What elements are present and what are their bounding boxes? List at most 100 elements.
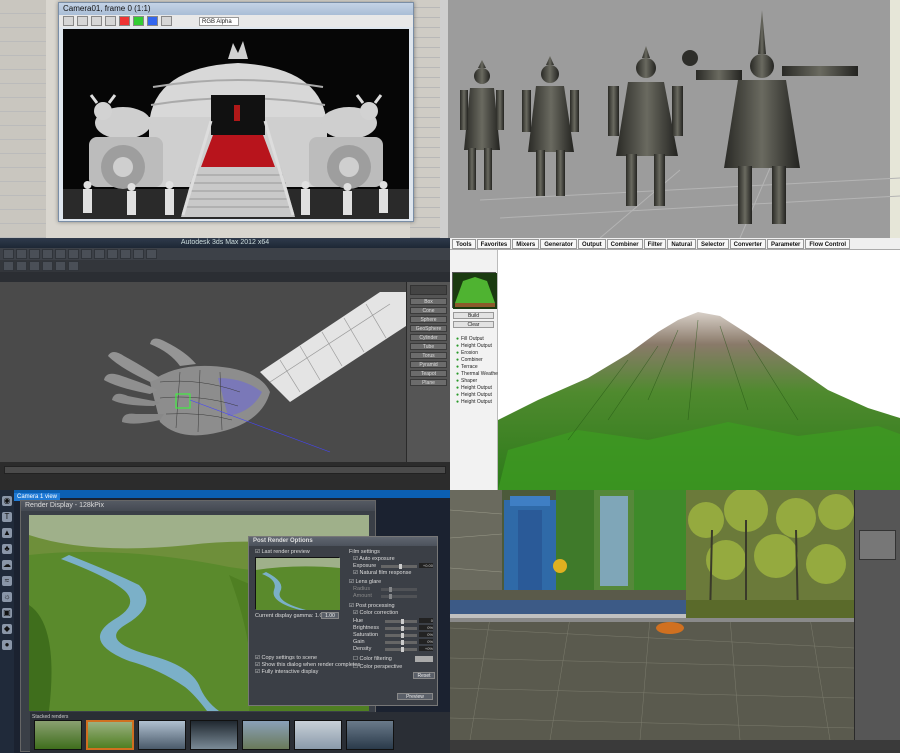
show-dialog-checkbox[interactable]: ☑ Show this dialog when render completes: [255, 662, 360, 668]
render-thumbnail[interactable]: [86, 720, 134, 750]
front-viewport[interactable]: [450, 490, 686, 618]
node-item[interactable]: Thermal Weathering: [450, 371, 506, 378]
gain-slider[interactable]: [385, 640, 417, 645]
node-item[interactable]: Height Output: [450, 392, 497, 399]
render-frame-window[interactable]: Camera01, frame 0 (1:1) RGB Alpha: [58, 2, 414, 222]
build-button[interactable]: Build: [453, 312, 494, 319]
node-item[interactable]: Shaper: [450, 378, 497, 385]
render-button[interactable]: [146, 249, 157, 259]
cmd-torus-button[interactable]: Torus: [410, 352, 447, 359]
exposure-value[interactable]: +0.00: [419, 563, 433, 568]
gain-value[interactable]: 0%: [419, 639, 433, 644]
align-button[interactable]: [107, 249, 118, 259]
cmd-cylinder-button[interactable]: Cylinder: [410, 334, 447, 341]
fully-interactive-checkbox[interactable]: ☑ Fully interactive display: [255, 669, 318, 675]
side-viewport[interactable]: [686, 490, 854, 619]
rotate-button[interactable]: [55, 249, 66, 259]
tool-d-button[interactable]: [42, 261, 53, 271]
tab-natural[interactable]: Natural: [667, 238, 696, 249]
render-setup-button[interactable]: [133, 249, 144, 259]
cmd-tube-button[interactable]: Tube: [410, 343, 447, 350]
render-icon[interactable]: ●: [2, 640, 12, 650]
node-item[interactable]: Height Output: [450, 385, 497, 392]
tab-parameter[interactable]: Parameter: [767, 238, 805, 249]
tab-filter[interactable]: Filter: [643, 238, 667, 249]
tab-converter[interactable]: Converter: [729, 238, 767, 249]
perspective-viewport[interactable]: [0, 282, 406, 462]
select-icon[interactable]: ◉: [2, 496, 12, 506]
sky-icon[interactable]: ☁: [2, 560, 12, 570]
density-slider[interactable]: [385, 647, 417, 652]
render-thumbnail[interactable]: [34, 720, 82, 750]
red-channel-button[interactable]: [119, 16, 130, 26]
redo-button[interactable]: [16, 249, 27, 259]
left-command-strip[interactable]: [0, 0, 46, 238]
alpha-channel-button[interactable]: [161, 16, 172, 26]
undo-button[interactable]: [3, 249, 14, 259]
node-item[interactable]: Height Output: [450, 343, 497, 350]
cmd-teapot-button[interactable]: Teapot: [410, 370, 447, 377]
node-item[interactable]: Combiner: [450, 357, 497, 364]
clone-frame-button[interactable]: [91, 16, 102, 26]
water-icon[interactable]: ≈: [2, 576, 12, 586]
density-value[interactable]: +0%: [419, 646, 433, 651]
saturation-value[interactable]: 0%: [419, 632, 433, 637]
snap-button[interactable]: [81, 249, 92, 259]
last-render-preview-checkbox[interactable]: ☑ Last render preview: [255, 549, 310, 555]
material-editor-button[interactable]: [120, 249, 131, 259]
radius-slider[interactable]: [381, 587, 417, 592]
hue-slider[interactable]: [385, 619, 417, 624]
brightness-value[interactable]: 0%: [419, 625, 433, 630]
blue-channel-button[interactable]: [147, 16, 158, 26]
object-type-dropdown[interactable]: [410, 285, 447, 295]
command-panel-rollout[interactable]: [859, 530, 896, 560]
tab-mixers[interactable]: Mixers: [512, 238, 540, 249]
clear-button[interactable]: Clear: [453, 321, 494, 328]
render-thumbnail[interactable]: [138, 720, 186, 750]
tab-generator[interactable]: Generator: [540, 238, 577, 249]
tab-flow-control[interactable]: Flow Control: [805, 238, 851, 249]
node-item[interactable]: Erosion: [450, 350, 497, 357]
color-correction-checkbox[interactable]: ☑ Color correction: [353, 610, 398, 616]
lens-glare-checkbox[interactable]: ☑ Lens glare: [349, 579, 381, 585]
mirror-button[interactable]: [94, 249, 105, 259]
reset-button[interactable]: Reset: [413, 672, 435, 679]
tab-selector[interactable]: Selector: [696, 238, 729, 249]
copy-settings-checkbox[interactable]: ☑ Copy settings to scene: [255, 655, 317, 661]
tab-output[interactable]: Output: [577, 238, 606, 249]
camera-icon[interactable]: ▣: [2, 608, 12, 618]
gamma-edit-button[interactable]: 1.00: [321, 612, 339, 619]
graphite-ribbon[interactable]: [0, 272, 450, 282]
move-button[interactable]: [42, 249, 53, 259]
right-command-strip[interactable]: [410, 0, 440, 238]
color-perspective-checkbox[interactable]: ☐ Color perspective: [353, 664, 402, 670]
auto-exposure-checkbox[interactable]: ☑ Auto exposure: [353, 556, 395, 562]
tool-f-button[interactable]: [68, 261, 79, 271]
terrain-3d-view[interactable]: [498, 250, 900, 490]
tool-a-button[interactable]: [3, 261, 14, 271]
time-slider[interactable]: [4, 466, 446, 474]
tool-c-button[interactable]: [29, 261, 40, 271]
render-thumbnail[interactable]: [242, 720, 290, 750]
cmd-pyramid-button[interactable]: Pyramid: [410, 361, 447, 368]
cmd-plane-button[interactable]: Plane: [410, 379, 447, 386]
text-icon[interactable]: T: [2, 512, 12, 522]
tool-b-button[interactable]: [16, 261, 27, 271]
save-image-button[interactable]: [63, 16, 74, 26]
print-button[interactable]: [105, 16, 116, 26]
light-icon[interactable]: ☼: [2, 592, 12, 602]
scale-button[interactable]: [68, 249, 79, 259]
node-item[interactable]: Terrace: [450, 364, 497, 371]
copy-image-button[interactable]: [77, 16, 88, 26]
tool-e-button[interactable]: [55, 261, 66, 271]
hue-value[interactable]: 0: [419, 618, 433, 623]
filter-color-swatch[interactable]: [415, 656, 433, 662]
natural-film-response-checkbox[interactable]: ☑ Natural film response: [353, 570, 411, 576]
cmd-box-button[interactable]: Box: [410, 298, 447, 305]
preview-button[interactable]: Preview: [397, 693, 433, 700]
post-processing-checkbox[interactable]: ☑ Post processing: [349, 603, 395, 609]
render-thumbnail[interactable]: [346, 720, 394, 750]
cmd-cone-button[interactable]: Cone: [410, 307, 447, 314]
tab-favorites[interactable]: Favorites: [476, 238, 512, 249]
render-thumbnail[interactable]: [190, 720, 238, 750]
